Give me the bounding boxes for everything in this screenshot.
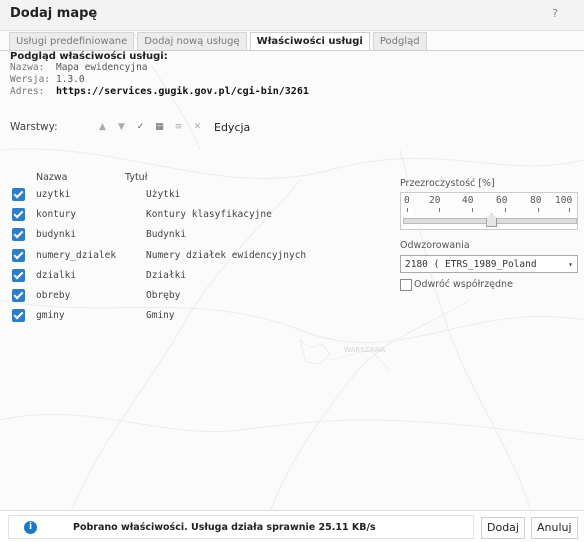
service-name-label: Nazwa:	[10, 62, 45, 73]
move-down-icon[interactable]: ▼	[115, 121, 128, 134]
projection-selected-value: 2180 ( ETRS_1989_Poland	[405, 258, 537, 270]
transparency-tick-label: 80	[530, 195, 542, 206]
layers-list: Nazwa Tytuł uzytki Użytki kontury Kontur…	[12, 172, 306, 326]
transparency-slider-box: 0 20 40 60 80 100	[400, 192, 578, 230]
layer-checkbox[interactable]	[12, 268, 25, 282]
transparency-tick-label: 100	[555, 195, 573, 206]
layer-name: dzialki	[36, 269, 77, 281]
edit-button[interactable]: Edycja	[214, 121, 250, 134]
service-info: Podgląd właściwości usługi: Nazwa: Mapa …	[10, 51, 309, 98]
layer-row: kontury Kontury klasyfikacyjne	[12, 204, 306, 224]
status-message: i Pobrano właściwości. Usługa działa spr…	[8, 515, 474, 539]
layer-properties-panel: Przezroczystość [%] 0 20 40 60 80 100 Od…	[400, 178, 578, 291]
layer-checkbox[interactable]	[12, 248, 25, 262]
window-title: Dodaj mapę	[10, 6, 98, 21]
map-city-label: WARSZAWA	[344, 346, 385, 354]
tab-service-properties[interactable]: Właściwości usługi	[249, 32, 370, 50]
layer-row: dzialki Działki	[12, 265, 306, 285]
tab-bar: Usługi predefiniowane Dodaj nową usługę …	[9, 32, 427, 50]
layer-name: uzytki	[36, 188, 71, 200]
layer-title: Działki	[146, 269, 187, 281]
layer-row: gminy Gminy	[12, 306, 306, 326]
flip-coordinates-checkbox[interactable]	[400, 278, 412, 291]
column-title-header: Tytuł	[125, 172, 148, 183]
move-up-icon[interactable]: ▲	[96, 121, 109, 134]
service-address-value: https://services.gugik.gov.pl/cgi-bin/32…	[56, 86, 309, 97]
layer-row: obreby Obręby	[12, 285, 306, 305]
properties-icon[interactable]: ▦	[153, 121, 166, 134]
layer-checkbox[interactable]	[12, 289, 25, 303]
layers-list-header: Nazwa Tytuł	[12, 172, 306, 184]
list-icon[interactable]: ≡	[172, 121, 185, 134]
chevron-down-icon: ▾	[568, 259, 573, 269]
transparency-tick-label: 20	[429, 195, 441, 206]
tab-add-new-service[interactable]: Dodaj nową usługę	[137, 32, 247, 50]
layer-title: Budynki	[146, 229, 187, 241]
projection-label: Odwzorowania	[400, 240, 470, 251]
status-bar: i Pobrano właściwości. Usługa działa spr…	[0, 510, 584, 542]
service-name-row: Nazwa: Mapa ewidencyjna	[10, 62, 309, 74]
check-icon[interactable]: ✓	[134, 121, 147, 134]
flip-coordinates-label: Odwróć współrzędne	[414, 279, 513, 290]
transparency-tick-label: 40	[462, 195, 474, 206]
service-version-value: 1.3.0	[56, 74, 85, 85]
layer-title: Numery działek ewidencyjnych	[146, 249, 307, 261]
service-version-row: Wersja: 1.3.0	[10, 74, 309, 86]
tab-preview[interactable]: Podgląd	[372, 32, 427, 50]
service-address-row: Adres: https://services.gugik.gov.pl/cgi…	[10, 86, 309, 98]
layer-name: obreby	[36, 290, 71, 302]
layer-name: kontury	[36, 208, 77, 220]
add-button[interactable]: Dodaj	[481, 517, 525, 539]
service-address-label: Adres:	[10, 86, 45, 97]
layer-name: budynki	[36, 229, 77, 241]
flip-coordinates-option[interactable]: Odwróć współrzędne	[400, 278, 578, 291]
service-name-value: Mapa ewidencyjna	[56, 62, 148, 73]
layer-title: Kontury klasyfikacyjne	[146, 208, 272, 220]
layer-title: Gminy	[146, 310, 175, 322]
layer-title: Użytki	[146, 188, 181, 200]
question-icon[interactable]: ?	[552, 7, 558, 20]
layer-checkbox[interactable]	[12, 207, 25, 221]
layers-label: Warstwy:	[10, 121, 58, 133]
layer-row: numery_dzialek Numery działek ewidencyjn…	[12, 245, 306, 265]
layer-checkbox[interactable]	[12, 228, 25, 242]
remove-icon[interactable]: ✕	[191, 121, 204, 134]
transparency-tick-label: 60	[496, 195, 508, 206]
layer-checkbox[interactable]	[12, 187, 25, 201]
layer-title: Obręby	[146, 290, 181, 302]
service-version-label: Wersja:	[10, 74, 51, 85]
tab-predefined-services[interactable]: Usługi predefiniowane	[9, 32, 135, 50]
transparency-scale: 0 20 40 60 80 100	[401, 195, 577, 207]
info-icon: i	[24, 520, 37, 534]
transparency-slider-thumb[interactable]	[486, 213, 498, 227]
projection-select[interactable]: 2180 ( ETRS_1989_Poland ▾	[400, 255, 578, 273]
column-name-header: Nazwa	[36, 172, 68, 183]
layer-row: budynki Budynki	[12, 225, 306, 245]
layer-checkbox[interactable]	[12, 309, 25, 323]
layer-name: numery_dzialek	[36, 249, 117, 261]
status-text: Pobrano właściwości. Usługa działa spraw…	[73, 521, 376, 533]
transparency-tick-label: 0	[404, 195, 410, 206]
layer-row: uzytki Użytki	[12, 184, 306, 204]
layer-name: gminy	[36, 310, 65, 322]
service-info-header: Podgląd właściwości usługi:	[10, 51, 168, 62]
transparency-label: Przezroczystość [%]	[400, 178, 495, 189]
window-titlebar: Dodaj mapę ?	[0, 0, 584, 31]
transparency-ticks	[401, 208, 577, 213]
layers-toolbar: Warstwy: ▲ ▼ ✓ ▦ ≡ ✕ Edycja	[10, 118, 250, 136]
cancel-button[interactable]: Anuluj	[531, 517, 578, 539]
